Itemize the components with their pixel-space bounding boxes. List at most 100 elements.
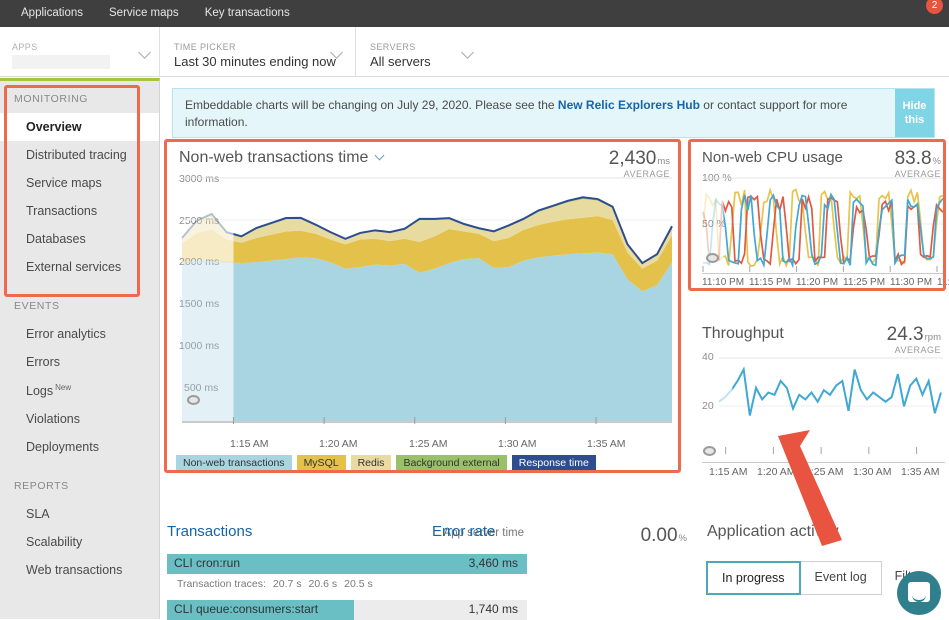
chevron-down-icon[interactable]	[375, 151, 385, 161]
throughput-chart-metric: 24.3rpm AVERAGE	[887, 324, 941, 355]
legend-item-background-external[interactable]: Background external	[396, 455, 506, 472]
sidebar-item-label: Overview	[26, 120, 82, 134]
announcement-banner: Embeddable charts will be changing on Ju…	[172, 88, 935, 138]
trace-link-1[interactable]: 20.7 s	[273, 578, 302, 590]
time-picker[interactable]: TIME PICKER Last 30 minutes ending now	[160, 27, 356, 77]
sidebar-item-label: Error analytics	[26, 327, 106, 341]
sidebar-item-label: Service maps	[26, 176, 102, 190]
chat-widget-button[interactable]	[897, 571, 941, 615]
sidebar-item-overview[interactable]: Overview	[0, 113, 159, 141]
cpu-chart-scroll-handle[interactable]	[706, 253, 719, 263]
tab-event-log[interactable]: Event log	[800, 561, 882, 595]
throughput-chart-metric-unit: rpm	[925, 332, 941, 343]
sidebar-item-service-maps[interactable]: Service maps	[0, 169, 159, 197]
main-chart-plot[interactable]	[167, 177, 680, 432]
sidebar-item-label: SLA	[26, 507, 50, 521]
sidebar-item-scalability[interactable]: Scalability	[0, 528, 159, 556]
throughput-x-tick-0: 1:15 AM	[709, 466, 748, 478]
table-row[interactable]: CLI queue:consumers:start 1,740 ms	[167, 600, 527, 620]
transaction-value: 3,460 ms	[469, 556, 518, 570]
nav-key-transactions[interactable]: Key transactions	[192, 0, 303, 27]
sidebar-item-transactions[interactable]: Transactions	[0, 197, 159, 225]
throughput-scroll-handle[interactable]	[703, 446, 716, 456]
table-row[interactable]: CLI cron:run 3,460 ms	[167, 554, 527, 574]
sidebar-item-label: External services	[26, 260, 121, 274]
cpu-chart-metric-unit: %	[933, 156, 941, 167]
servers-picker-label: SERVERS	[370, 42, 474, 53]
throughput-chart-header: Throughput	[702, 325, 784, 343]
sidebar-item-errors[interactable]: Errors	[0, 348, 159, 376]
sidebar-item-label: Deployments	[26, 440, 99, 454]
time-picker-label: TIME PICKER	[174, 42, 343, 53]
error-rate-unit: %	[679, 533, 687, 544]
servers-picker[interactable]: SERVERS All servers	[356, 27, 486, 77]
cpu-x-tick-4: 11:30 PM	[890, 277, 932, 288]
main-chart-metric-unit: ms	[657, 156, 670, 167]
x-tick-2: 1:25 AM	[409, 438, 448, 450]
sidebar-item-label: Transactions	[26, 204, 97, 218]
trace-link-2[interactable]: 20.6 s	[309, 578, 338, 590]
cpu-chart-plot[interactable]	[691, 176, 945, 274]
banner-text-before: Embeddable charts will be changing on Ju…	[185, 98, 558, 112]
cpu-x-tick-0: 11:10 PM	[702, 277, 744, 288]
sidebar-item-sla[interactable]: SLA	[0, 500, 159, 528]
tab-in-progress[interactable]: In progress	[706, 561, 801, 595]
transaction-traces-label: Transaction traces:	[177, 578, 266, 590]
transaction-traces: Transaction traces: 20.7 s 20.6 s 20.5 s	[167, 574, 527, 590]
nav-service-maps[interactable]: Service maps	[96, 0, 192, 27]
filter-bar: APPS TIME PICKER Last 30 minutes ending …	[0, 27, 949, 77]
apps-picker-label: APPS	[12, 42, 147, 53]
throughput-x-tick-2: 1:25 AM	[805, 466, 844, 478]
sidebar-item-external-services[interactable]: External services	[0, 253, 159, 281]
cpu-x-tick-1: 11:15 PM	[749, 277, 791, 288]
main-content: Embeddable charts will be changing on Ju…	[161, 78, 949, 619]
apps-picker[interactable]: APPS	[0, 27, 160, 77]
legend-item-redis[interactable]: Redis	[351, 455, 392, 472]
legend-item-non-web-transactions[interactable]: Non-web transactions	[176, 455, 292, 472]
error-rate-title[interactable]: Error rate	[432, 523, 495, 540]
main-chart-legend: Non-web transactions MySQL Redis Backgro…	[176, 455, 596, 472]
sidebar-item-label: Violations	[26, 412, 80, 426]
sidebar-item-deployments[interactable]: Deployments	[0, 433, 159, 461]
trace-link-3[interactable]: 20.5 s	[344, 578, 373, 590]
throughput-chart-title: Throughput	[702, 325, 784, 342]
servers-picker-value: All servers	[370, 54, 474, 70]
hide-banner-button[interactable]: Hide this	[895, 89, 934, 137]
application-activity-title: Application activity	[707, 523, 839, 540]
main-chart-metric-value: 2,430	[609, 148, 657, 169]
sidebar-navigation: MONITORING Overview Distributed tracing …	[0, 78, 160, 619]
cpu-x-tick-5: 11:35 P	[937, 277, 949, 288]
error-rate-value: 0.00	[641, 525, 678, 546]
legend-item-mysql[interactable]: MySQL	[297, 455, 346, 472]
sidebar-item-web-transactions[interactable]: Web transactions	[0, 556, 159, 584]
transactions-title[interactable]: Transactions	[167, 523, 252, 540]
logs-new-badge: New	[55, 383, 71, 392]
x-tick-4: 1:35 AM	[587, 438, 626, 450]
cpu-chart-metric: 83.8% AVERAGE	[895, 148, 941, 179]
chart-scroll-handle[interactable]	[187, 395, 200, 405]
legend-item-response-time[interactable]: Response time	[512, 455, 596, 472]
error-rate-section: Error rate 0.00%	[432, 523, 687, 541]
sidebar-group-reports-title: REPORTS	[0, 461, 159, 500]
top-navigation-bar: Applications Service maps Key transactio…	[0, 0, 949, 27]
non-web-cpu-usage-panel: Non-web CPU usage 83.8% AVERAGE 100 % 50…	[691, 142, 945, 290]
throughput-chart-plot[interactable]	[691, 354, 945, 454]
sidebar-item-logs[interactable]: LogsNew	[0, 376, 159, 405]
sidebar-item-error-analytics[interactable]: Error analytics	[0, 320, 159, 348]
cpu-x-tick-3: 11:25 PM	[843, 277, 885, 288]
sidebar-group-monitoring-title: MONITORING	[0, 81, 159, 113]
sidebar-item-label: Logs	[26, 384, 53, 398]
main-chart-header: Non-web transactions time	[179, 149, 383, 167]
sidebar-item-databases[interactable]: Databases	[0, 225, 159, 253]
x-tick-3: 1:30 AM	[498, 438, 537, 450]
explorers-hub-link[interactable]: New Relic Explorers Hub	[558, 98, 700, 112]
transaction-name: CLI cron:run	[174, 556, 240, 570]
throughput-x-tick-3: 1:30 AM	[853, 466, 892, 478]
throughput-chart-metric-value: 24.3	[887, 324, 924, 345]
nav-applications[interactable]: Applications	[8, 0, 96, 27]
sidebar-item-violations[interactable]: Violations	[0, 405, 159, 433]
sidebar-item-label: Web transactions	[26, 563, 122, 577]
sidebar-item-distributed-tracing[interactable]: Distributed tracing	[0, 141, 159, 169]
transaction-name: CLI queue:consumers:start	[174, 602, 318, 616]
cpu-chart-metric-value: 83.8	[895, 148, 932, 169]
